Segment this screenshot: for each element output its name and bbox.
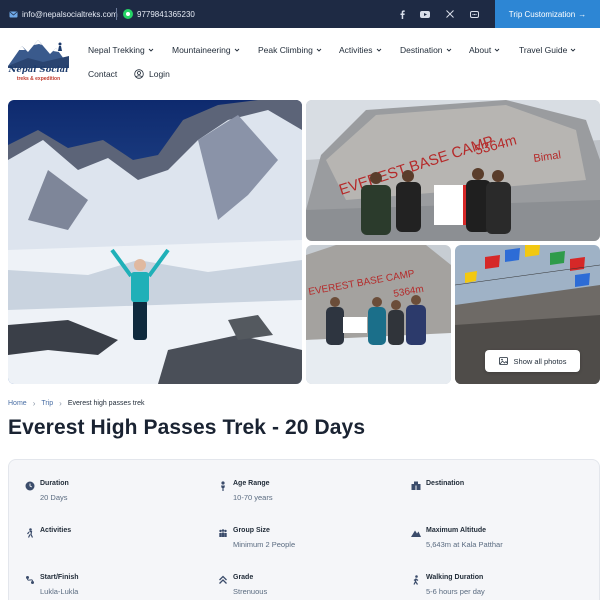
nav-destination[interactable]: Destination (400, 44, 452, 56)
nav-activities[interactable]: Activities (339, 44, 382, 56)
fact-value: 5,643m at Kala Patthar (426, 540, 503, 549)
clock-icon (25, 481, 35, 491)
nav-about[interactable]: About (469, 44, 500, 56)
phone-text: 9779841365230 (137, 9, 195, 19)
chevron-down-icon (316, 48, 322, 52)
nav-label: Peak Climbing (258, 45, 313, 55)
chevron-right-icon: › (32, 398, 36, 408)
fact-value: Lukla-Lukla (40, 587, 79, 596)
breadcrumb: Home › Trip › Everest high passes trek (8, 397, 144, 409)
fact-label: Grade (233, 574, 254, 581)
show-all-label: Show all photos (513, 356, 567, 366)
fact-value: Strenuous (233, 587, 268, 596)
fact-value: 10-70 years (233, 493, 273, 502)
image-icon (498, 357, 508, 365)
chevron-down-icon (494, 48, 500, 52)
login-link[interactable]: Login (134, 68, 170, 80)
page-title: Everest High Passes Trek - 20 Days (8, 416, 366, 439)
nav-contact[interactable]: Contact (88, 68, 117, 80)
fact-label: Age Range (233, 480, 270, 487)
walker-icon (413, 575, 419, 585)
x-icon[interactable] (443, 0, 457, 28)
logo-tagline: treks & expedition (16, 76, 61, 82)
chevron-right-icon: › (59, 398, 62, 408)
top-bar: info@nepalsocialtreks.com 9779841365230 … (0, 0, 600, 28)
nav-label: Travel Guide (519, 45, 568, 55)
user-icon (134, 69, 144, 79)
mountain-logo-icon (8, 40, 69, 68)
site-logo[interactable]: Nepal Social treks & expedition (8, 36, 69, 85)
nav-mountaineering[interactable]: Mountaineering (172, 44, 240, 56)
fact-label: Start/Finish (40, 574, 79, 581)
divider (116, 8, 117, 20)
trip-facts-panel: Duration 20 Days Age Range 10-70 years D… (8, 459, 600, 600)
route-icon (26, 576, 34, 584)
chevron-down-icon (234, 48, 239, 52)
hiker-icon (27, 528, 34, 538)
login-label: Login (149, 69, 170, 79)
email-link[interactable]: info@nepalsocialtreks.com (9, 0, 118, 28)
nav-label: Destination (400, 45, 443, 55)
breadcrumb-home[interactable]: Home (8, 400, 27, 407)
trip-customization-button[interactable]: Trip Customization → (495, 0, 600, 28)
fact-value: 5-6 hours per day (426, 587, 485, 596)
mail-icon (9, 11, 18, 17)
fact-value: 20 Days (40, 493, 68, 502)
fact-label: Maximum Altitude (426, 527, 487, 534)
fact-label: Duration (40, 480, 69, 487)
fact-label: Activities (40, 527, 72, 534)
gallery-main-photo[interactable] (8, 100, 302, 384)
grade-icon (219, 575, 227, 584)
cta-label: Trip Customization (508, 9, 576, 19)
arrow-right-icon: → (578, 9, 587, 19)
breadcrumb-current: Everest high passes trek (67, 399, 145, 407)
nav-peak-climbing[interactable]: Peak Climbing (258, 44, 322, 56)
chevron-down-icon (376, 48, 381, 52)
youtube-icon[interactable] (418, 0, 432, 28)
group-icon (219, 529, 227, 537)
facebook-icon[interactable] (395, 0, 409, 28)
fact-label: Group Size (233, 527, 270, 534)
chevron-down-icon (571, 48, 576, 52)
nav-nepal-trekking[interactable]: Nepal Trekking (88, 44, 154, 56)
phone-link[interactable]: 9779841365230 (123, 0, 195, 28)
logo-name: Nepal Social (8, 65, 69, 75)
breadcrumb-trip[interactable]: Trip (41, 400, 53, 407)
chevron-down-icon (148, 48, 154, 52)
mountain-icon (411, 530, 421, 537)
show-all-photos-button[interactable]: Show all photos (485, 350, 580, 372)
email-text: info@nepalsocialtreks.com (22, 9, 118, 19)
nav-label: Mountaineering (172, 45, 231, 55)
chevron-down-icon (446, 48, 451, 52)
fact-label: Destination (426, 480, 465, 487)
fact-value: Minimum 2 People (233, 540, 296, 549)
fact-label: Walking Duration (426, 574, 484, 581)
whatsapp-icon (123, 9, 133, 19)
nav-label: Activities (339, 45, 373, 55)
nav-travel-guide[interactable]: Travel Guide (519, 44, 576, 56)
message-icon[interactable] (467, 0, 481, 28)
globe-icon (411, 481, 421, 490)
nav-label: About (469, 45, 492, 55)
person-icon (221, 481, 225, 491)
nav-label: Nepal Trekking (88, 45, 145, 55)
nav-label: Contact (88, 69, 118, 79)
gallery-photo-base-camp-sign[interactable]: EVEREST BASE CAMP 5364m (306, 245, 451, 384)
gallery-photo-base-camp-group[interactable]: EVEREST BASE CAMP 5364m Bimal (306, 100, 600, 241)
